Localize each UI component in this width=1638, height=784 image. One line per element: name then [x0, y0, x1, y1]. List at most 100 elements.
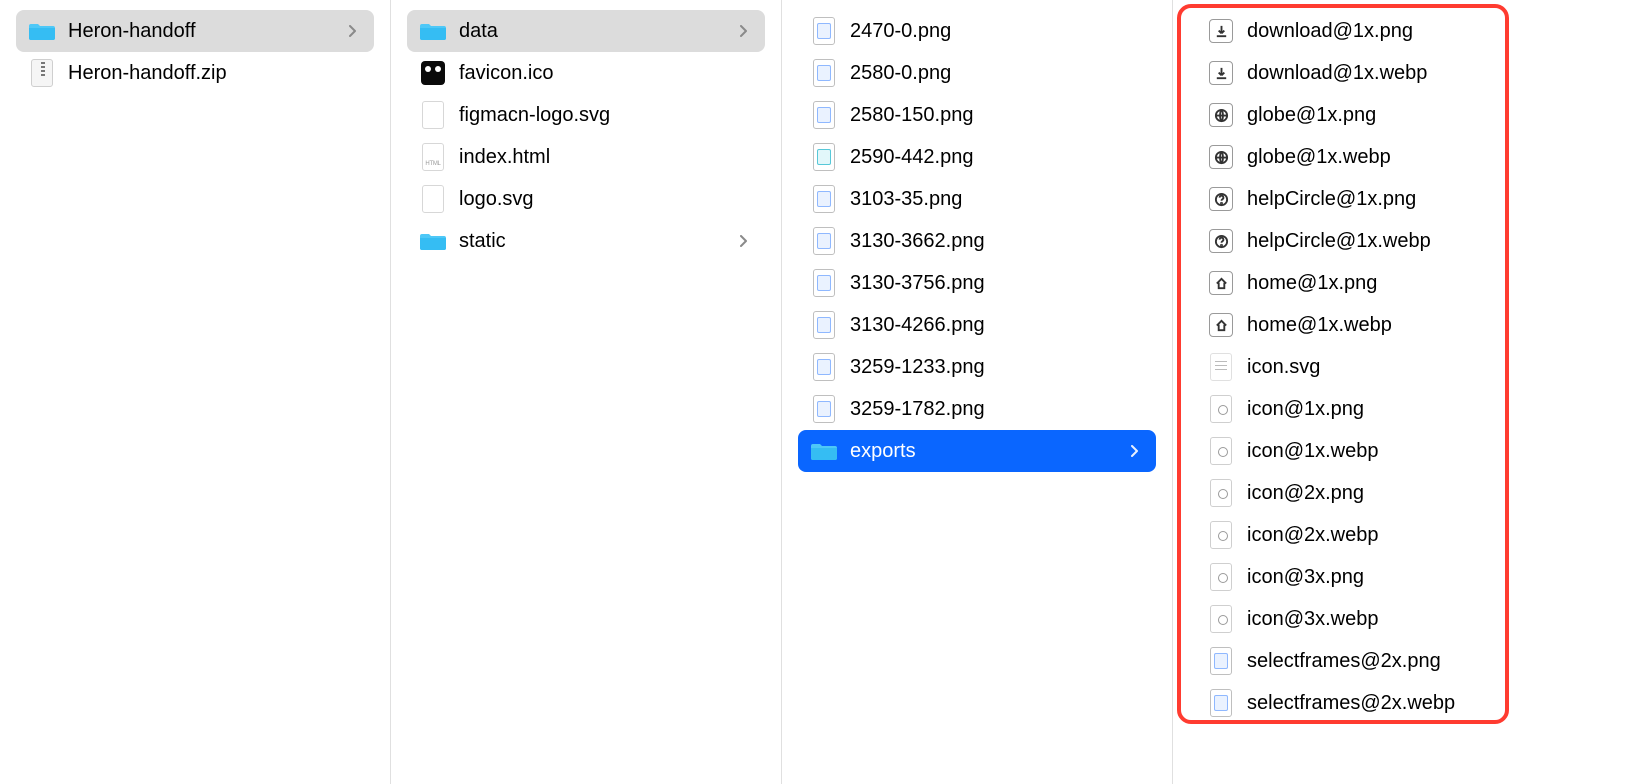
- file-row[interactable]: 2470-0.png: [798, 10, 1156, 52]
- file-row[interactable]: selectframes@2x.png: [1195, 640, 1610, 682]
- file-row[interactable]: index.html: [407, 136, 765, 178]
- tiny-icon: [1207, 605, 1235, 633]
- glyph-home-icon: [1207, 269, 1235, 297]
- file-row[interactable]: 3259-1233.png: [798, 346, 1156, 388]
- file-name-label: download@1x.png: [1247, 20, 1596, 43]
- file-name-label: data: [459, 20, 737, 43]
- file-row[interactable]: logo.svg: [407, 178, 765, 220]
- file-row[interactable]: favicon.ico: [407, 52, 765, 94]
- file-row[interactable]: icon.svg: [1195, 346, 1610, 388]
- file-row[interactable]: figmacn-logo.svg: [407, 94, 765, 136]
- file-name-label: 2580-0.png: [850, 62, 1142, 85]
- folder-icon: [419, 227, 447, 255]
- text-icon: [1207, 353, 1235, 381]
- file-row[interactable]: helpCircle@1x.webp: [1195, 220, 1610, 262]
- file-name-label: Heron-handoff: [68, 20, 346, 43]
- folder-icon: [810, 437, 838, 465]
- tiny-icon: [1207, 521, 1235, 549]
- chevron-right-icon: [737, 235, 751, 247]
- tiny-icon: [1207, 395, 1235, 423]
- chevron-right-icon: [1128, 445, 1142, 457]
- glyph-download-icon: [1207, 59, 1235, 87]
- file-row[interactable]: globe@1x.png: [1195, 94, 1610, 136]
- file-row[interactable]: exports: [798, 430, 1156, 472]
- file-row[interactable]: download@1x.webp: [1195, 52, 1610, 94]
- file-row[interactable]: home@1x.webp: [1195, 304, 1610, 346]
- img-icon: [810, 311, 838, 339]
- file-row[interactable]: globe@1x.webp: [1195, 136, 1610, 178]
- img-icon: [810, 353, 838, 381]
- folder-icon: [419, 17, 447, 45]
- file-name-label: 2590-442.png: [850, 146, 1142, 169]
- file-name-label: 3130-3756.png: [850, 272, 1142, 295]
- glyph-home-icon: [1207, 311, 1235, 339]
- file-row[interactable]: icon@2x.png: [1195, 472, 1610, 514]
- tiny-icon: [1207, 437, 1235, 465]
- file-name-label: figmacn-logo.svg: [459, 104, 751, 127]
- img-icon: [810, 269, 838, 297]
- img-icon: [810, 227, 838, 255]
- file-name-label: icon@1x.png: [1247, 398, 1596, 421]
- file-row[interactable]: icon@2x.webp: [1195, 514, 1610, 556]
- file-name-label: selectframes@2x.png: [1247, 650, 1596, 673]
- glyph-download-icon: [1207, 17, 1235, 45]
- file-name-label: selectframes@2x.webp: [1247, 692, 1596, 715]
- file-row[interactable]: 3130-4266.png: [798, 304, 1156, 346]
- img-cyan-icon: [810, 143, 838, 171]
- file-name-label: 2470-0.png: [850, 20, 1142, 43]
- file-name-label: icon@2x.png: [1247, 482, 1596, 505]
- file-name-label: 2580-150.png: [850, 104, 1142, 127]
- file-name-label: globe@1x.png: [1247, 104, 1596, 127]
- img-icon: [810, 185, 838, 213]
- file-row[interactable]: 2580-0.png: [798, 52, 1156, 94]
- img-icon: [810, 59, 838, 87]
- file-row[interactable]: 2590-442.png: [798, 136, 1156, 178]
- file-name-label: logo.svg: [459, 188, 751, 211]
- file-name-label: 3259-1233.png: [850, 356, 1142, 379]
- file-name-label: 3259-1782.png: [850, 398, 1142, 421]
- file-name-label: static: [459, 230, 737, 253]
- file-row[interactable]: icon@3x.png: [1195, 556, 1610, 598]
- file-row[interactable]: 2580-150.png: [798, 94, 1156, 136]
- file-name-label: globe@1x.webp: [1247, 146, 1596, 169]
- glyph-globe-icon: [1207, 143, 1235, 171]
- file-row[interactable]: icon@1x.webp: [1195, 430, 1610, 472]
- html-icon: [419, 143, 447, 171]
- file-row[interactable]: selectframes@2x.webp: [1195, 682, 1610, 724]
- zip-icon: [28, 59, 56, 87]
- file-name-label: favicon.ico: [459, 62, 751, 85]
- glyph-globe-icon: [1207, 101, 1235, 129]
- file-row[interactable]: Heron-handoff.zip: [16, 52, 374, 94]
- file-row[interactable]: home@1x.png: [1195, 262, 1610, 304]
- file-row[interactable]: helpCircle@1x.png: [1195, 178, 1610, 220]
- finder-column-0[interactable]: Heron-handoff Heron-handoff.zip: [0, 0, 391, 784]
- finder-column-2[interactable]: 2470-0.png 2580-0.png 2580-150.png 2590-442…: [782, 0, 1173, 784]
- file-row[interactable]: 3103-35.png: [798, 178, 1156, 220]
- blank-icon: [419, 101, 447, 129]
- file-name-label: 3103-35.png: [850, 188, 1142, 211]
- file-name-label: icon@3x.webp: [1247, 608, 1596, 631]
- img-icon: [810, 17, 838, 45]
- img-icon: [810, 101, 838, 129]
- file-row[interactable]: data: [407, 10, 765, 52]
- finder-column-1[interactable]: data favicon.ico figmacn-logo.svg index.htm…: [391, 0, 782, 784]
- file-row[interactable]: static: [407, 220, 765, 262]
- file-name-label: index.html: [459, 146, 751, 169]
- file-name-label: 3130-3662.png: [850, 230, 1142, 253]
- file-name-label: icon@3x.png: [1247, 566, 1596, 589]
- file-name-label: download@1x.webp: [1247, 62, 1596, 85]
- file-row[interactable]: icon@1x.png: [1195, 388, 1610, 430]
- img-icon: [810, 395, 838, 423]
- tiny-icon: [1207, 563, 1235, 591]
- file-row[interactable]: 3130-3756.png: [798, 262, 1156, 304]
- fav-icon: [419, 59, 447, 87]
- file-row[interactable]: icon@3x.webp: [1195, 598, 1610, 640]
- file-row[interactable]: download@1x.png: [1195, 10, 1610, 52]
- finder-column-3[interactable]: download@1x.png download@1x.webp globe@1x.…: [1173, 0, 1638, 784]
- file-name-label: helpCircle@1x.png: [1247, 188, 1596, 211]
- file-row[interactable]: 3259-1782.png: [798, 388, 1156, 430]
- file-name-label: Heron-handoff.zip: [68, 62, 360, 85]
- file-row[interactable]: 3130-3662.png: [798, 220, 1156, 262]
- file-row[interactable]: Heron-handoff: [16, 10, 374, 52]
- file-name-label: icon@2x.webp: [1247, 524, 1596, 547]
